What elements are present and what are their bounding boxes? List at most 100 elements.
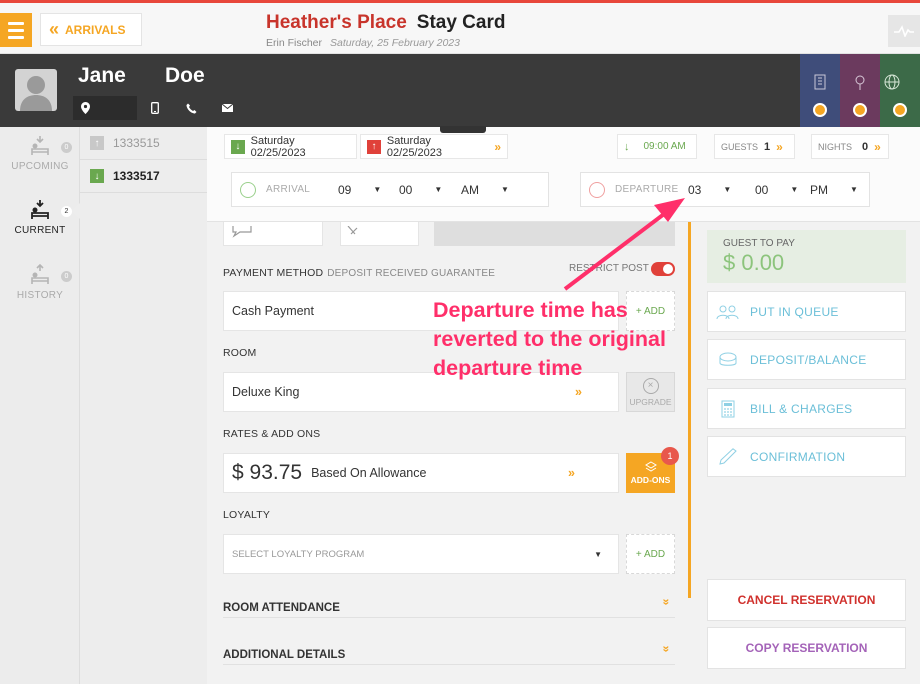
restrict-post-label: RESTRICT POST — [569, 263, 649, 274]
chevron-down-icon: » — [659, 645, 674, 653]
room-attendance-section[interactable]: ROOM ATTENDANCE » — [223, 592, 675, 618]
nights-chip[interactable]: NIGHTS 0 » — [811, 134, 889, 159]
departure-time-label: DEPARTURE — [615, 184, 679, 195]
room-attendance-label: ROOM ATTENDANCE — [223, 602, 340, 614]
departure-hour-select[interactable]: 03 ▼ — [688, 183, 755, 197]
put-in-queue-label: PUT IN QUEUE — [750, 304, 839, 319]
avatar[interactable] — [15, 69, 57, 111]
page-title: Stay Card — [416, 12, 506, 33]
tile-purple[interactable] — [840, 54, 880, 127]
arrival-date: Saturday 02/25/2023 — [250, 134, 306, 159]
count-badge: 2 — [61, 206, 72, 217]
confirmation-button[interactable]: CONFIRMATION — [707, 436, 906, 477]
reservation-number: 1333515 — [113, 136, 160, 150]
put-in-queue-button[interactable]: PUT IN QUEUE — [707, 291, 906, 332]
sidebar-item-upcoming[interactable]: UPCOMING 0 — [0, 135, 80, 172]
email-button[interactable] — [209, 96, 245, 120]
caret-down-icon: ▼ — [373, 185, 382, 194]
rate-basis: Based On Allowance — [311, 466, 427, 480]
confirmation-label: CONFIRMATION — [750, 449, 846, 464]
timeline-divider — [688, 222, 691, 598]
search-icon — [893, 103, 907, 117]
sidebar-item-current[interactable]: CURRENT 2 — [0, 199, 80, 236]
arrival-ampm: AM — [461, 182, 479, 197]
arrival-ampm-select[interactable]: AM ▼ — [461, 183, 509, 197]
mobile-icon — [151, 102, 159, 114]
room-label: ROOM — [223, 347, 257, 359]
additional-details-section[interactable]: ADDITIONAL DETAILS » — [223, 639, 675, 665]
count-badge: 0 — [61, 142, 72, 153]
sidebar-item-label: CURRENT — [14, 225, 66, 236]
departure-date-chip[interactable]: ↑ Saturday 02/25/2023 » — [360, 134, 508, 159]
cancel-reservation-label: CANCEL RESERVATION — [737, 593, 876, 607]
arrivals-back-button[interactable]: « ARRIVALS — [40, 13, 142, 46]
arrival-minute-select[interactable]: 00 ▼ — [399, 183, 461, 197]
guests-label: GUESTS — [721, 141, 759, 152]
add-ons-count-badge: 1 — [661, 447, 679, 465]
caret-down-icon: ▼ — [434, 185, 443, 194]
tools-button[interactable] — [340, 222, 419, 246]
message-button[interactable] — [223, 222, 323, 246]
clock-icon — [240, 181, 256, 198]
arrival-hour-select[interactable]: 09 ▼ — [338, 183, 399, 197]
pulse-button[interactable] — [888, 15, 920, 47]
upgrade-label: UPGRADE — [629, 396, 672, 407]
search-icon — [813, 103, 827, 117]
menu-button[interactable] — [0, 13, 32, 47]
arrow-down-icon: ↓ — [231, 139, 245, 154]
layers-icon — [644, 461, 657, 472]
copy-reservation-button[interactable]: COPY RESERVATION — [707, 627, 906, 669]
rate-field[interactable]: $ 93.75 Based On Allowance » — [223, 453, 619, 493]
payment-sub-label: DEPOSIT RECEIVED GUARANTEE — [327, 268, 496, 279]
guests-count: 1 — [764, 140, 771, 153]
location-icon — [81, 102, 90, 114]
chevron-right-icon: » — [575, 385, 582, 399]
guest-last-name[interactable]: Doe — [165, 64, 205, 88]
bill-charges-button[interactable]: BILL & CHARGES — [707, 388, 906, 429]
key-icon — [855, 75, 865, 90]
bill-charges-label: BILL & CHARGES — [750, 401, 853, 416]
add-ons-button[interactable]: ADD-ONS 1 — [626, 447, 679, 493]
location-field[interactable] — [73, 96, 137, 120]
loyalty-select[interactable]: SELECT LOYALTY PROGRAM ▼ — [223, 534, 619, 574]
eta-chip[interactable]: ↓ 09:00 AM — [617, 134, 697, 159]
reservation-row[interactable]: ↑ 1333515 — [80, 127, 207, 160]
tile-green[interactable] — [880, 54, 920, 127]
departure-hour: 03 — [688, 182, 702, 197]
mobile-button[interactable] — [137, 96, 173, 120]
rate-amount: $ 93.75 — [232, 461, 303, 484]
top-bar: « ARRIVALS Heather's Place Stay Card Erin… — [0, 3, 920, 54]
cancel-reservation-button[interactable]: CANCEL RESERVATION — [707, 579, 906, 621]
deposit-balance-button[interactable]: DEPOSIT/BALANCE — [707, 339, 906, 380]
pen-icon — [716, 446, 740, 468]
guests-chip[interactable]: GUESTS 1 » — [714, 134, 795, 159]
caret-down-icon: ▼ — [594, 549, 602, 559]
deposit-balance-label: DEPOSIT/BALANCE — [750, 352, 867, 367]
departure-ampm-select[interactable]: PM ▼ — [810, 183, 858, 197]
chevrons-left-icon: « — [49, 19, 59, 39]
tile-blue[interactable] — [800, 54, 840, 127]
departure-minute-select[interactable]: 00 ▼ — [755, 183, 810, 197]
phone-icon — [186, 103, 196, 113]
search-icon — [853, 103, 867, 117]
caret-down-icon: ▼ — [790, 185, 799, 194]
tools-icon — [347, 226, 358, 235]
add-loyalty-button[interactable]: + ADD — [626, 534, 675, 574]
globe-icon — [884, 74, 900, 90]
arrival-date-chip[interactable]: ↓ Saturday 02/25/2023 — [224, 134, 357, 159]
annotation-callout: Departure time has reverted to the origi… — [433, 296, 733, 383]
panel-handle[interactable] — [440, 126, 486, 133]
add-loyalty-label: + ADD — [635, 548, 666, 560]
user-name: Erin Fischer — [266, 37, 323, 49]
add-ons-label: ADD-ONS — [630, 475, 671, 485]
sidebar-item-history[interactable]: HISTORY 0 — [0, 263, 80, 301]
guest-first-name[interactable]: Jane — [78, 64, 126, 88]
reservation-row-selected[interactable]: ↓ 1333517 — [80, 160, 207, 193]
arrival-hour: 09 — [338, 182, 352, 197]
stay-sidebar: UPCOMING 0 CURRENT 2 HISTORY 0 — [0, 127, 82, 684]
note-field[interactable] — [434, 222, 675, 246]
reservation-number: 1333517 — [113, 169, 160, 183]
restrict-post-toggle[interactable] — [651, 262, 675, 276]
caret-down-icon: ▼ — [723, 185, 732, 194]
phone-button[interactable] — [173, 96, 209, 120]
